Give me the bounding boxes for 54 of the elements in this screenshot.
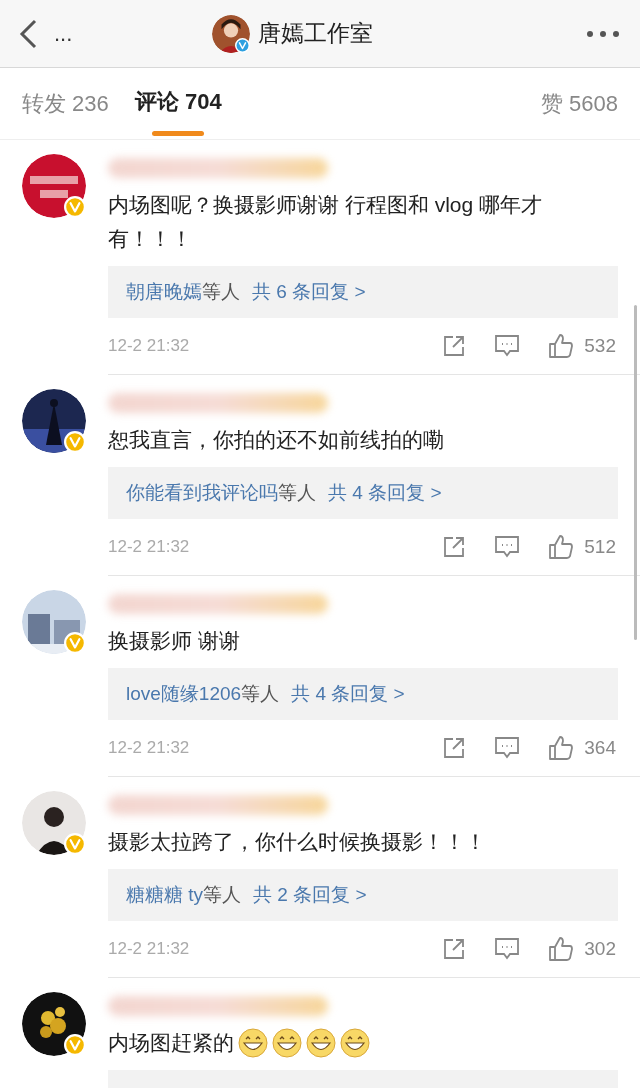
reply-suffix: 等人 — [203, 882, 242, 907]
comment-time: 12-2 21:32 — [108, 938, 190, 961]
reply-users-link[interactable]: 糖糖糖 ty — [126, 880, 204, 910]
comment-icon[interactable] — [494, 736, 521, 760]
reply-users-link[interactable]: 朝唐晚嫣 — [126, 277, 202, 307]
verified-badge-icon — [64, 833, 86, 855]
comment-icon[interactable] — [494, 937, 521, 961]
verified-badge-icon — [64, 632, 86, 654]
comment-body: 恕我直言，你拍的还不如前线拍的嘞 — [108, 427, 444, 453]
comment-body: 换摄影师 谢谢 — [108, 628, 240, 654]
share-icon[interactable] — [442, 535, 467, 559]
tab-indicator — [152, 130, 205, 136]
comment-body: 内场图呢？换摄影师谢谢 行程图和 vlog 哪年才有！！！ — [108, 192, 544, 252]
thumbs-up-icon[interactable] — [548, 735, 575, 761]
reply-count-link[interactable]: 共 6 条回复 > — [252, 277, 366, 307]
reply-count-link[interactable]: 共 2 条回复 > — [253, 880, 367, 910]
like-count: 302 — [584, 936, 616, 961]
tab[interactable]: 评论 704 — [134, 67, 222, 140]
verified-badge-icon — [64, 196, 86, 218]
replies-panel[interactable]: 糖糖糖 ty等人 共 2 条回复 > — [108, 869, 618, 921]
comment-body: 内场图赶紧的 — [108, 1030, 234, 1056]
tab[interactable]: 转发 236 — [22, 67, 109, 140]
thumbs-up-icon[interactable] — [548, 936, 575, 962]
comment-icon[interactable] — [494, 334, 521, 358]
share-icon[interactable] — [442, 334, 467, 358]
close-dots-button[interactable]: ... — [54, 17, 73, 50]
page-title: 唐嫣工作室 — [258, 19, 374, 49]
like-count: 512 — [584, 534, 616, 559]
comment-time: 12-2 21:32 — [108, 335, 190, 358]
like-count: 532 — [584, 333, 616, 358]
reply-suffix: 等人 — [202, 279, 240, 304]
back-icon[interactable] — [18, 17, 38, 50]
reply-count-link[interactable]: 共 4 条回复 > — [291, 679, 405, 709]
thumbs-up-icon[interactable] — [548, 333, 575, 359]
verified-badge-icon — [64, 431, 86, 453]
comment-body: 摄影太拉跨了，你什么时候换摄影！！！ — [108, 829, 486, 855]
comment-time: 12-2 21:32 — [108, 536, 190, 559]
share-icon[interactable] — [442, 937, 467, 961]
reply-users-link[interactable]: love随缘1206 — [126, 679, 242, 709]
reply-suffix: 等人 — [278, 480, 316, 505]
reply-count-link[interactable]: 共 4 条回复 > — [328, 478, 442, 508]
comment-time: 12-2 21:32 — [108, 737, 190, 760]
tab[interactable]: 赞 5608 — [540, 67, 618, 140]
replies-panel[interactable]: 朝唐晚嫣等人 共 6 条回复 > — [108, 266, 618, 318]
replies-panel[interactable]: 你能看到我评论吗等人 共 4 条回复 > — [108, 467, 618, 519]
like-count: 364 — [584, 735, 616, 760]
thumbs-up-icon[interactable] — [548, 534, 575, 560]
reply-suffix: 等人 — [241, 681, 280, 706]
share-icon[interactable] — [442, 736, 467, 760]
reply-users-link[interactable]: 你能看到我评论吗 — [126, 478, 278, 508]
comment-icon[interactable] — [494, 535, 521, 559]
verified-badge-icon — [64, 1034, 86, 1056]
more-icon[interactable] — [586, 29, 620, 38]
replies-panel[interactable]: love随缘1206等人 共 4 条回复 > — [108, 668, 618, 720]
